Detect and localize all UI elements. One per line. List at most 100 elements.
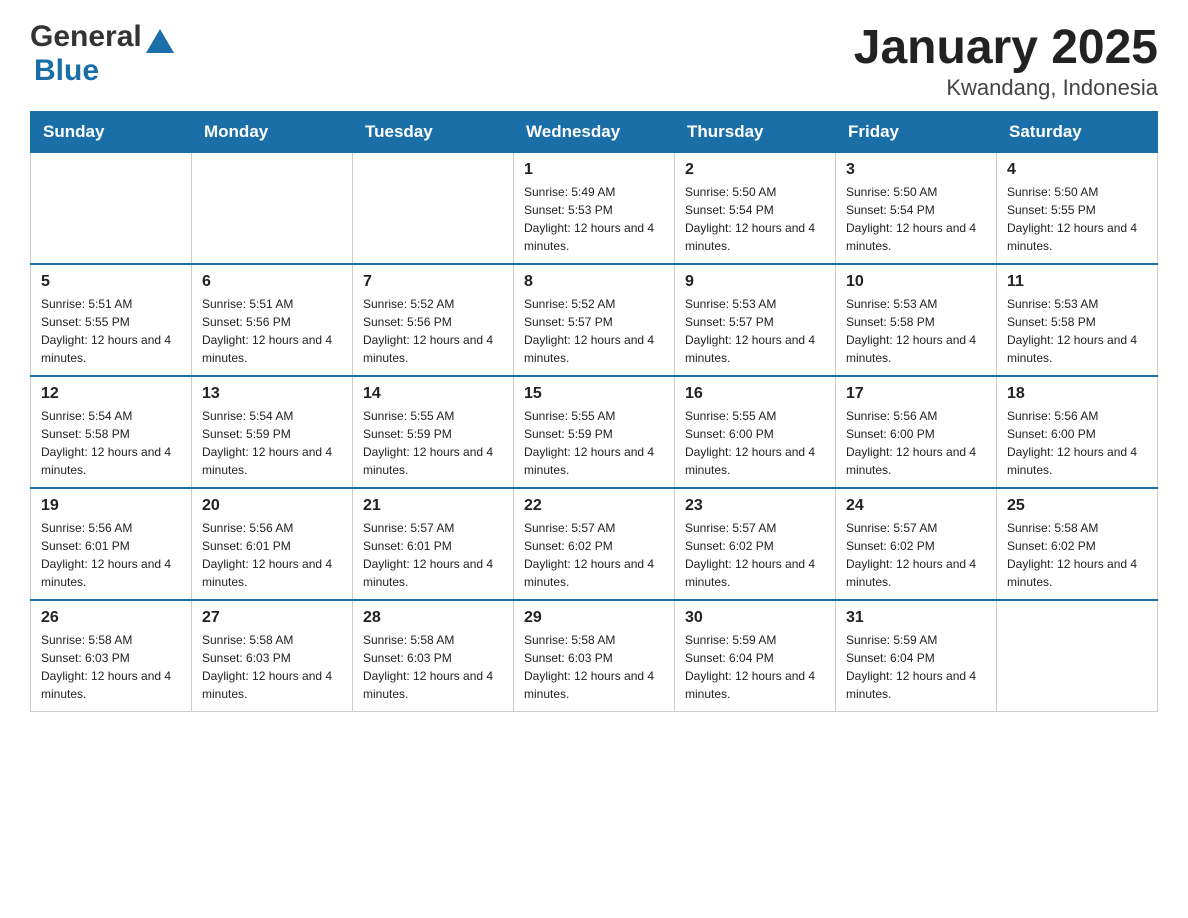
- day-number: 26: [41, 609, 181, 627]
- day-number: 17: [846, 385, 986, 403]
- day-number: 30: [685, 609, 825, 627]
- day-number: 9: [685, 273, 825, 291]
- day-info: Sunrise: 5:58 AMSunset: 6:02 PMDaylight:…: [1007, 519, 1147, 591]
- day-number: 13: [202, 385, 342, 403]
- header-cell-thursday: Thursday: [675, 112, 836, 153]
- day-cell: 19 Sunrise: 5:56 AMSunset: 6:01 PMDayligh…: [31, 488, 192, 600]
- day-info: Sunrise: 5:54 AMSunset: 5:58 PMDaylight:…: [41, 407, 181, 479]
- day-number: 7: [363, 273, 503, 291]
- day-cell: 15Sunrise: 5:55 AMSunset: 5:59 PMDayligh…: [514, 376, 675, 488]
- day-number: 24: [846, 497, 986, 515]
- day-number: 4: [1007, 161, 1147, 179]
- week-row-1: 1Sunrise: 5:49 AMSunset: 5:53 PMDaylight…: [31, 153, 1158, 265]
- week-row-2: 5 Sunrise: 5:51 AMSunset: 5:55 PMDaylight…: [31, 264, 1158, 376]
- day-cell: 2 Sunrise: 5:50 AMSunset: 5:54 PMDaylight…: [675, 153, 836, 265]
- calendar-body: 1Sunrise: 5:49 AMSunset: 5:53 PMDaylight…: [31, 153, 1158, 712]
- week-row-3: 12 Sunrise: 5:54 AMSunset: 5:58 PMDayligh…: [31, 376, 1158, 488]
- day-cell: 18 Sunrise: 5:56 AMSunset: 6:00 PMDayligh…: [997, 376, 1158, 488]
- day-number: 2: [685, 161, 825, 179]
- day-info: Sunrise: 5:57 AMSunset: 6:02 PMDaylight:…: [524, 519, 664, 591]
- day-cell: 7 Sunrise: 5:52 AMSunset: 5:56 PMDaylight…: [353, 264, 514, 376]
- day-cell: 9 Sunrise: 5:53 AMSunset: 5:57 PMDaylight…: [675, 264, 836, 376]
- day-info: Sunrise: 5:52 AMSunset: 5:57 PMDaylight:…: [524, 295, 664, 367]
- day-info: Sunrise: 5:56 AMSunset: 6:00 PMDaylight:…: [1007, 407, 1147, 479]
- day-info: Sunrise: 5:53 AMSunset: 5:57 PMDaylight:…: [685, 295, 825, 367]
- day-number: 18: [1007, 385, 1147, 403]
- header-cell-sunday: Sunday: [31, 112, 192, 153]
- day-cell: 11Sunrise: 5:53 AMSunset: 5:58 PMDayligh…: [997, 264, 1158, 376]
- day-number: 3: [846, 161, 986, 179]
- calendar-title: January 2025: [854, 20, 1158, 75]
- header-cell-saturday: Saturday: [997, 112, 1158, 153]
- day-cell: 10Sunrise: 5:53 AMSunset: 5:58 PMDayligh…: [836, 264, 997, 376]
- logo-blue-text: Blue: [34, 54, 99, 88]
- day-cell: [353, 153, 514, 265]
- day-number: 12: [41, 385, 181, 403]
- day-cell: 24 Sunrise: 5:57 AMSunset: 6:02 PMDayligh…: [836, 488, 997, 600]
- day-info: Sunrise: 5:52 AMSunset: 5:56 PMDaylight:…: [363, 295, 503, 367]
- day-info: Sunrise: 5:57 AMSunset: 6:02 PMDaylight:…: [685, 519, 825, 591]
- day-info: Sunrise: 5:56 AMSunset: 6:01 PMDaylight:…: [41, 519, 181, 591]
- day-cell: [192, 153, 353, 265]
- day-info: Sunrise: 5:50 AMSunset: 5:54 PMDaylight:…: [685, 183, 825, 255]
- day-cell: 29Sunrise: 5:58 AMSunset: 6:03 PMDayligh…: [514, 600, 675, 712]
- day-info: Sunrise: 5:50 AMSunset: 5:55 PMDaylight:…: [1007, 183, 1147, 255]
- day-number: 14: [363, 385, 503, 403]
- day-cell: 8 Sunrise: 5:52 AMSunset: 5:57 PMDaylight…: [514, 264, 675, 376]
- day-number: 5: [41, 273, 181, 291]
- logo-general-text: General: [30, 20, 142, 54]
- day-number: 28: [363, 609, 503, 627]
- title-block: January 2025 Kwandang, Indonesia: [854, 20, 1158, 101]
- day-cell: 25 Sunrise: 5:58 AMSunset: 6:02 PMDayligh…: [997, 488, 1158, 600]
- day-info: Sunrise: 5:51 AMSunset: 5:55 PMDaylight:…: [41, 295, 181, 367]
- page-header: General Blue January 2025 Kwandang, Indo…: [30, 20, 1158, 101]
- logo-triangle-icon: [146, 29, 174, 53]
- week-row-5: 26 Sunrise: 5:58 AMSunset: 6:03 PMDayligh…: [31, 600, 1158, 712]
- header-cell-friday: Friday: [836, 112, 997, 153]
- day-cell: 3 Sunrise: 5:50 AMSunset: 5:54 PMDaylight…: [836, 153, 997, 265]
- day-number: 20: [202, 497, 342, 515]
- day-info: Sunrise: 5:56 AMSunset: 6:00 PMDaylight:…: [846, 407, 986, 479]
- day-cell: 21Sunrise: 5:57 AMSunset: 6:01 PMDayligh…: [353, 488, 514, 600]
- day-info: Sunrise: 5:58 AMSunset: 6:03 PMDaylight:…: [41, 631, 181, 703]
- day-info: Sunrise: 5:58 AMSunset: 6:03 PMDaylight:…: [202, 631, 342, 703]
- day-info: Sunrise: 5:49 AMSunset: 5:53 PMDaylight:…: [524, 183, 664, 255]
- day-cell: 31Sunrise: 5:59 AMSunset: 6:04 PMDayligh…: [836, 600, 997, 712]
- day-info: Sunrise: 5:55 AMSunset: 5:59 PMDaylight:…: [363, 407, 503, 479]
- day-cell: 28 Sunrise: 5:58 AMSunset: 6:03 PMDayligh…: [353, 600, 514, 712]
- day-info: Sunrise: 5:51 AMSunset: 5:56 PMDaylight:…: [202, 295, 342, 367]
- day-cell: 5 Sunrise: 5:51 AMSunset: 5:55 PMDaylight…: [31, 264, 192, 376]
- day-number: 16: [685, 385, 825, 403]
- day-info: Sunrise: 5:57 AMSunset: 6:02 PMDaylight:…: [846, 519, 986, 591]
- day-cell: 12 Sunrise: 5:54 AMSunset: 5:58 PMDayligh…: [31, 376, 192, 488]
- day-info: Sunrise: 5:54 AMSunset: 5:59 PMDaylight:…: [202, 407, 342, 479]
- day-cell: 26 Sunrise: 5:58 AMSunset: 6:03 PMDayligh…: [31, 600, 192, 712]
- day-info: Sunrise: 5:50 AMSunset: 5:54 PMDaylight:…: [846, 183, 986, 255]
- day-info: Sunrise: 5:57 AMSunset: 6:01 PMDaylight:…: [363, 519, 503, 591]
- day-cell: 6 Sunrise: 5:51 AMSunset: 5:56 PMDaylight…: [192, 264, 353, 376]
- logo: General Blue: [30, 20, 174, 88]
- header-cell-monday: Monday: [192, 112, 353, 153]
- day-number: 29: [524, 609, 664, 627]
- day-number: 19: [41, 497, 181, 515]
- calendar-table: SundayMondayTuesdayWednesdayThursdayFrid…: [30, 111, 1158, 712]
- day-cell: 4 Sunrise: 5:50 AMSunset: 5:55 PMDaylight…: [997, 153, 1158, 265]
- day-info: Sunrise: 5:55 AMSunset: 5:59 PMDaylight:…: [524, 407, 664, 479]
- day-info: Sunrise: 5:53 AMSunset: 5:58 PMDaylight:…: [1007, 295, 1147, 367]
- day-number: 31: [846, 609, 986, 627]
- day-number: 8: [524, 273, 664, 291]
- header-cell-wednesday: Wednesday: [514, 112, 675, 153]
- day-cell: 17 Sunrise: 5:56 AMSunset: 6:00 PMDayligh…: [836, 376, 997, 488]
- day-number: 25: [1007, 497, 1147, 515]
- header-cell-tuesday: Tuesday: [353, 112, 514, 153]
- day-cell: 23Sunrise: 5:57 AMSunset: 6:02 PMDayligh…: [675, 488, 836, 600]
- day-info: Sunrise: 5:55 AMSunset: 6:00 PMDaylight:…: [685, 407, 825, 479]
- day-number: 27: [202, 609, 342, 627]
- day-number: 6: [202, 273, 342, 291]
- day-cell: 16 Sunrise: 5:55 AMSunset: 6:00 PMDayligh…: [675, 376, 836, 488]
- day-cell: 13 Sunrise: 5:54 AMSunset: 5:59 PMDayligh…: [192, 376, 353, 488]
- week-row-4: 19 Sunrise: 5:56 AMSunset: 6:01 PMDayligh…: [31, 488, 1158, 600]
- day-info: Sunrise: 5:58 AMSunset: 6:03 PMDaylight:…: [363, 631, 503, 703]
- day-number: 10: [846, 273, 986, 291]
- day-cell: 30Sunrise: 5:59 AMSunset: 6:04 PMDayligh…: [675, 600, 836, 712]
